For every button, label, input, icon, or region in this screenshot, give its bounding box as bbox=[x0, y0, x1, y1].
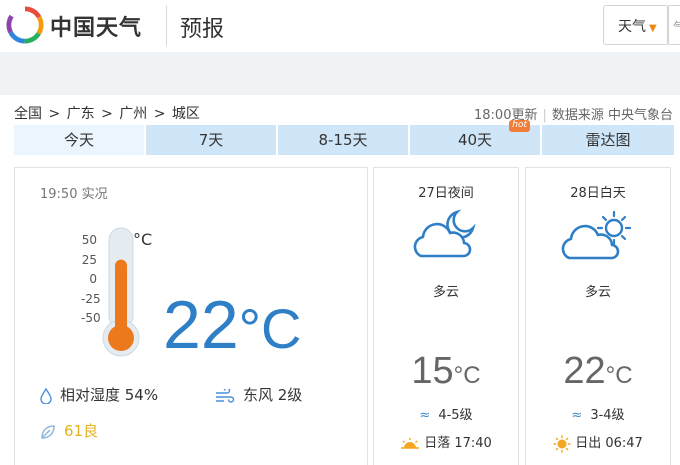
forecast-card-day: 28日白天 多云 22°C ≈3-4级 日出 06:47 bbox=[525, 167, 671, 465]
droplet-icon bbox=[40, 387, 52, 404]
tab-40-days-label: 40天 bbox=[457, 131, 493, 149]
forecast-date: 28日白天 bbox=[570, 186, 626, 201]
tab-8-15-days[interactable]: 8-15天 bbox=[278, 125, 408, 155]
caret-down-icon: ▼ bbox=[649, 23, 657, 34]
forecast-card-night: 27日夜间 多云 15°C ≈4-5级 日落 17:40 bbox=[373, 167, 519, 465]
forecast-container: 全国 > 广东 > 广州 > 城区 18:00更新 | 数据来源 中央气象台 今天 … bbox=[0, 95, 680, 465]
forecast-temp-unit: °C bbox=[605, 362, 633, 389]
page-title: 预报 bbox=[180, 17, 225, 42]
sun-icon bbox=[553, 435, 571, 452]
humidity: 相对湿度 54% bbox=[40, 384, 158, 405]
tab-7-days[interactable]: 7天 bbox=[146, 125, 276, 155]
search-box-partial[interactable]: 气 bbox=[668, 5, 680, 45]
wind: 东风 2级 bbox=[215, 384, 302, 405]
breadcrumb-separator: > bbox=[48, 106, 61, 122]
wind-wave-icon: ≈ bbox=[571, 408, 583, 423]
thermometer-scale: 50 25 0 -25 -50 bbox=[81, 232, 101, 330]
forecast-temperature: 22°C bbox=[526, 350, 670, 393]
forecast-description: 多云 bbox=[432, 285, 459, 300]
forecast-wind-text: 4-5级 bbox=[438, 408, 473, 423]
brand-name[interactable]: 中国天气 bbox=[50, 10, 142, 42]
sunrise-text: 日出 06:47 bbox=[575, 436, 643, 451]
forecast-wind: ≈4-5级 bbox=[374, 404, 518, 423]
forecast-temperature: 15°C bbox=[374, 350, 518, 393]
header: 中国天气 预报 天气 ▼ 气 bbox=[0, 0, 680, 52]
temperature-unit: °C bbox=[238, 297, 302, 360]
breadcrumb-guangdong[interactable]: 广东 bbox=[67, 106, 95, 122]
tab-radar[interactable]: 雷达图 bbox=[542, 125, 674, 155]
tab-40-days[interactable]: 40天 hot bbox=[410, 120, 540, 155]
breadcrumb-separator: > bbox=[101, 106, 113, 122]
current-temperature: 22°C bbox=[163, 286, 301, 364]
header-divider bbox=[166, 6, 167, 46]
forecast-wind: ≈3-4级 bbox=[526, 404, 670, 423]
data-source: 数据来源 中央气象台 bbox=[551, 108, 673, 123]
wind-icon bbox=[216, 388, 235, 403]
logo-icon[interactable] bbox=[6, 6, 44, 44]
forecast-wind-text: 3-4级 bbox=[590, 408, 625, 423]
scale-tick: -25 bbox=[81, 291, 101, 306]
cloudy-day-icon bbox=[561, 210, 632, 260]
breadcrumb-national[interactable]: 全国 bbox=[14, 106, 42, 122]
breadcrumb-district: 城区 bbox=[171, 106, 200, 122]
sunset-icon bbox=[401, 437, 420, 449]
weather-dropdown[interactable]: 天气 ▼ bbox=[603, 5, 668, 45]
sunrise: 日出 06:47 bbox=[526, 432, 670, 453]
breadcrumb: 全国 > 广东 > 广州 > 城区 bbox=[14, 103, 202, 123]
thermometer-unit: °C bbox=[133, 230, 153, 249]
aqi-text: 61良 bbox=[64, 422, 99, 440]
scale-tick: 50 bbox=[81, 233, 97, 247]
tab-today[interactable]: 今天 bbox=[14, 125, 144, 155]
forecast-temp-value: 15 bbox=[411, 350, 454, 392]
forecast-description: 多云 bbox=[584, 285, 611, 300]
humidity-text: 相对湿度 54% bbox=[60, 386, 159, 404]
forecast-date: 27日夜间 bbox=[418, 186, 474, 201]
forecast-tabs: 今天 7天 8-15天 40天 hot 雷达图 bbox=[14, 120, 674, 157]
update-info: 18:00更新 | 数据来源 中央气象台 bbox=[474, 104, 673, 123]
wind-text: 东风 2级 bbox=[243, 386, 303, 404]
breadcrumb-separator: > bbox=[153, 106, 166, 122]
forecast-temp-unit: °C bbox=[453, 362, 481, 389]
forecast-temp-value: 22 bbox=[563, 350, 606, 392]
hot-badge: hot bbox=[509, 120, 530, 132]
scale-tick: 0 bbox=[89, 272, 97, 286]
breadcrumb-guangzhou[interactable]: 广州 bbox=[119, 106, 147, 122]
air-quality[interactable]: 61良 bbox=[40, 420, 98, 441]
scale-tick: -50 bbox=[81, 311, 101, 325]
weather-dropdown-label: 天气 bbox=[618, 19, 646, 35]
update-separator: | bbox=[542, 108, 547, 123]
temperature-value: 22 bbox=[163, 287, 239, 363]
sunset-text: 日落 17:40 bbox=[424, 436, 492, 451]
sunset: 日落 17:40 bbox=[374, 432, 518, 451]
scale-tick: 25 bbox=[81, 252, 97, 267]
cloudy-night-icon bbox=[413, 209, 476, 258]
observation-time: 19:50 实况 bbox=[40, 187, 108, 202]
wind-wave-icon: ≈ bbox=[419, 408, 431, 423]
current-weather-card: 19:50 实况 50 25 0 -25 -50 °C 22°C 相对湿度 54… bbox=[14, 167, 368, 465]
leaf-icon bbox=[41, 424, 55, 439]
